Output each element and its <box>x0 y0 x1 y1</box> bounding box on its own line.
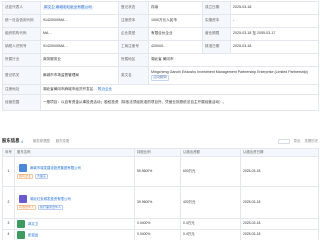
auto-translate-tag: (自动翻译) <box>151 74 169 81</box>
col-date[interactable]: 认缴出资日期 <box>240 148 319 157</box>
date-value: 2025-03-18 <box>240 186 319 219</box>
shareholders-table: 序号 股东名称 持股比例 认缴出资额 认缴出资日期 1 › 麻城市城发建设投资集… <box>2 148 319 240</box>
reg-capital-value: 1000万元人民币 <box>148 14 203 28</box>
tag-badge: 有限合伙人 <box>17 205 37 210</box>
business-info-table: 法定代表人 郭文卫 麻城彩虹纸业有限公司 登记状态 存续 成立日期 2025-0… <box>2 1 319 111</box>
op-period-label: 营业期限 <box>202 27 231 41</box>
region-value: 湖北省 黄冈市 <box>148 53 319 67</box>
amount-value: 600万元 <box>180 156 241 187</box>
shareholder-cell: 彭迎运 <box>14 229 135 240</box>
reg-org-label: 登记机关 <box>2 66 41 85</box>
shareholders-header: 股东信息 4 股权穿透图 股东变更 导出 查看历史 <box>2 137 318 146</box>
shareholder-cell: › 麻城市城发建设投资集团有限公司 国有企业 大股东 <box>14 156 135 187</box>
op-period-value: 2025-03-18 至 2055-03-17 <box>230 27 319 41</box>
shareholders-count: 4 <box>20 138 23 144</box>
address-cell: 湖北省黄冈市麻城市经济开发区… 附近企业 <box>40 84 319 95</box>
english-value-cell: Mingcheng Ganchi Erlaoshu Investment Man… <box>148 66 319 85</box>
reg-no-label: 工商注册号 <box>118 40 149 54</box>
english-label: 英文名 <box>118 66 149 85</box>
person-avatar <box>17 231 25 239</box>
shareholder-name-link[interactable]: 麻城市城发建设投资集团有限公司 <box>30 166 81 170</box>
company-logo <box>19 164 28 172</box>
row-index: 4 <box>2 229 15 240</box>
org-code-value: MA… <box>40 27 119 41</box>
reg-no-value: 420000… <box>148 40 203 54</box>
scope-label: 经营范围 <box>2 94 41 111</box>
est-date-value: 2025-03-18 <box>230 1 319 15</box>
table-row: 4 彭迎运 0.0400% 0.4万元 2025-03-18 <box>2 229 319 240</box>
filter-box[interactable] <box>277 139 290 144</box>
col-name: 股东名称 <box>14 148 135 157</box>
amount-value: 0.4万元 <box>180 229 241 240</box>
paid-capital-label: 实缴资本 <box>202 14 231 28</box>
reg-capital-label: 注册资本 <box>118 14 149 28</box>
shareholder-cell: › 湖北红安城发投资有限公司 有限合伙人 执行事务合伙人 <box>14 186 135 219</box>
legal-rep-label: 法定代表人 <box>2 1 41 15</box>
credit-code-label: 统一社会信用代码 <box>2 14 41 28</box>
expand-icon[interactable]: › <box>17 197 18 201</box>
table-row: 1 › 麻城市城发建设投资集团有限公司 国有企业 大股东 59.9600% 60… <box>2 156 319 187</box>
ratio-value: 39.9600% <box>134 186 181 219</box>
history-button[interactable]: 查看历史 <box>304 139 318 143</box>
amount-value: 0.4万元 <box>180 218 241 230</box>
col-amount[interactable]: 认缴出资额 <box>180 148 241 157</box>
ratio-value: 0.0400% <box>134 218 181 230</box>
col-ratio[interactable]: 持股比例 <box>134 148 181 157</box>
shareholder-cell: 郭文卫 <box>14 218 135 230</box>
type-label: 企业类型 <box>118 27 149 41</box>
table-row: 3 郭文卫 0.0400% 0.4万元 2025-03-18 <box>2 218 319 230</box>
address-value: 湖北省黄冈市麻城市经济开发区… <box>43 86 97 91</box>
tag-badge: 大股东 <box>35 174 49 179</box>
org-code-label: 组织机构代码 <box>2 27 41 41</box>
status-label: 登记状态 <box>118 1 149 15</box>
shareholders-links: 股权穿透图 股东变更 <box>33 139 70 143</box>
address-label: 注册地址 <box>2 84 41 95</box>
english-value: Mingcheng Ganchi Erlaoshu Investment Man… <box>151 70 308 75</box>
table-row: 2 › 湖北红安城发投资有限公司 有限合伙人 执行事务合伙人 39.9600% … <box>2 186 319 219</box>
status-value: 存续 <box>148 1 203 15</box>
row-index: 3 <box>2 218 15 230</box>
reg-org-value: 麻城市市场监督管理局 <box>40 66 119 85</box>
shareholder-name-link[interactable]: 湖北红安城发投资有限公司 <box>30 197 71 201</box>
industry-label: 所属行业 <box>2 53 41 67</box>
row-index: 2 <box>2 186 15 219</box>
nearby-companies-link[interactable]: 附近企业 <box>98 87 112 91</box>
approval-label: 核准日期 <box>202 40 231 54</box>
equity-chart-link[interactable]: 股权穿透图 <box>33 139 50 143</box>
shareholders-tools: 导出 查看历史 <box>277 139 318 144</box>
amount-value: 400万元 <box>180 186 241 219</box>
shareholder-tags: 有限合伙人 执行事务合伙人 <box>17 205 132 210</box>
shareholder-name-link[interactable]: 彭迎运 <box>28 233 38 237</box>
shareholders-title: 股东信息 <box>2 138 20 144</box>
region-label: 所属地区 <box>118 53 149 67</box>
paid-capital-value: - <box>230 14 319 28</box>
industry-value: 商务服务业 <box>40 53 119 67</box>
taxpayer-label: 纳税人识别号 <box>2 40 41 54</box>
taxpayer-value: 91420000MA… <box>40 40 119 54</box>
approval-value: 2025-03-18 <box>230 40 319 54</box>
shareholder-name-link[interactable]: 郭文卫 <box>28 222 38 226</box>
date-value: 2025-03-18 <box>240 229 319 240</box>
ratio-value: 0.0400% <box>134 229 181 240</box>
date-value: 2025-03-18 <box>240 156 319 187</box>
export-button[interactable]: 导出 <box>294 139 301 143</box>
tag-badge: 执行事务合伙人 <box>38 205 64 210</box>
col-index: 序号 <box>2 148 15 157</box>
legal-rep-link[interactable]: 郭文卫 麻城彩虹纸业有限公司 <box>43 6 93 10</box>
est-date-label: 成立日期 <box>202 1 231 15</box>
shareholder-tags: 国有企业 大股东 <box>17 174 132 179</box>
scope-value: 一般项目：以自有资金从事投资活动；股权投资（除依法须经批准的项目外，凭营业执照依… <box>40 94 319 111</box>
company-logo <box>19 195 28 203</box>
date-value: 2025-03-18 <box>240 218 319 230</box>
tag-badge: 国有企业 <box>17 174 34 179</box>
type-value: 有限合伙企业 <box>148 27 203 41</box>
expand-icon[interactable]: › <box>17 166 18 170</box>
ratio-value: 59.9600% <box>134 156 181 187</box>
row-index: 1 <box>2 156 15 187</box>
shareholder-change-link[interactable]: 股东变更 <box>56 139 70 143</box>
person-avatar <box>17 220 25 228</box>
credit-code-value: 91420000MA… <box>40 14 119 28</box>
